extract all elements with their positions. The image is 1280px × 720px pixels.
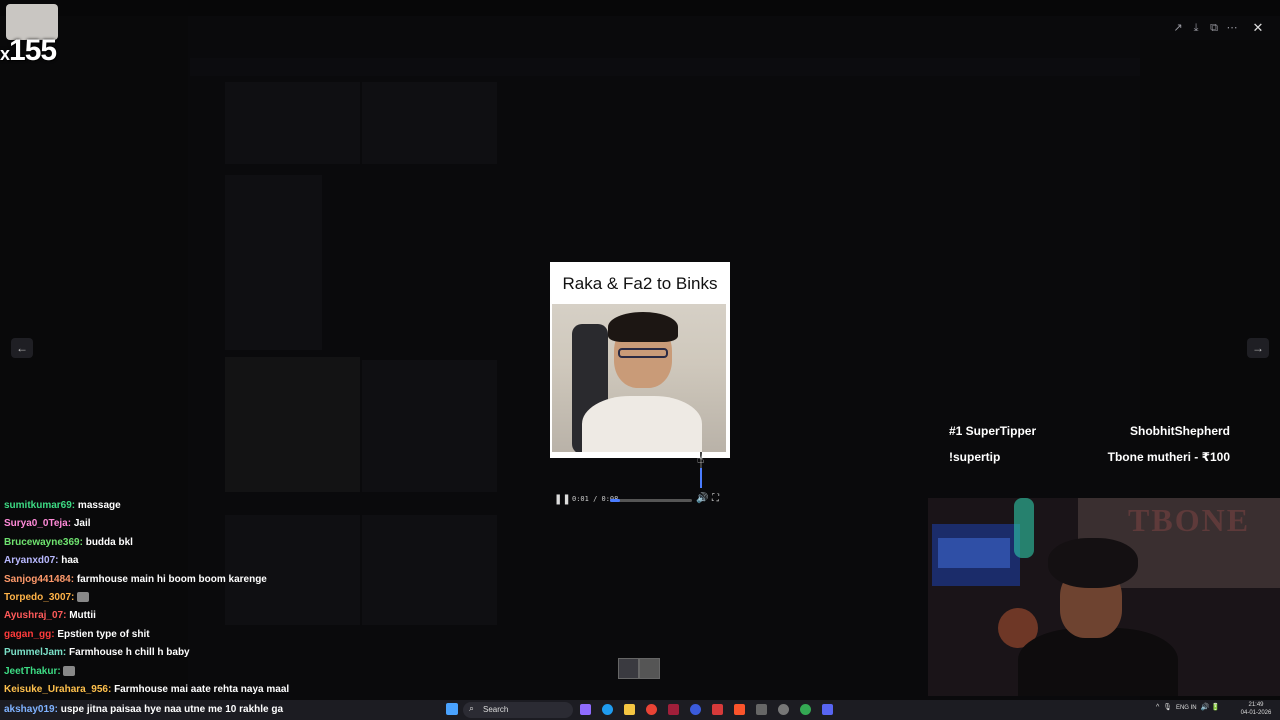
- chat-message: budda bkl: [85, 536, 133, 548]
- chat-message: haa: [61, 555, 79, 567]
- thumbnail-active[interactable]: [639, 658, 660, 679]
- pause-icon[interactable]: ❚❚: [554, 494, 571, 505]
- glasses: [618, 348, 668, 358]
- system-tray[interactable]: ^ 🎙 ENG IN 🔊 🔋: [1156, 703, 1220, 711]
- copilot-icon[interactable]: [580, 704, 591, 715]
- media-thumbnail-strip: [618, 658, 660, 679]
- volume-icon[interactable]: 🔊: [696, 493, 708, 504]
- streamer-hair: [1048, 538, 1138, 588]
- chat-username[interactable]: Ayushraj_07:: [4, 610, 66, 621]
- chat-username[interactable]: Surya0_0Teja:: [4, 518, 71, 529]
- stream-chat: sumitkumar69: massage Surya0_0Teja: Jail B…: [4, 497, 404, 699]
- chat-username[interactable]: sumitkumar69:: [4, 500, 75, 511]
- chat-username[interactable]: Sanjog441484:: [4, 574, 74, 585]
- chat-message: massage: [77, 500, 121, 511]
- webcam-feed: TBONE: [928, 498, 1280, 696]
- app-icon[interactable]: [668, 704, 679, 715]
- volume-fill: [700, 468, 702, 488]
- chat-line: Ayushraj_07: Muttii: [4, 607, 404, 625]
- thumbnail[interactable]: [618, 658, 639, 679]
- progress-fill: [610, 499, 620, 502]
- search-icon: ⌕: [469, 703, 475, 713]
- chat-message: Farmhouse h chill h baby: [69, 647, 190, 659]
- clock[interactable]: 21:49 04-01-2026: [1236, 701, 1276, 717]
- video-caption: Raka & Fa2 to Binks: [562, 274, 718, 293]
- chrome-icon[interactable]: [646, 704, 657, 715]
- chrome-icon[interactable]: [800, 704, 811, 715]
- brave-icon[interactable]: [734, 704, 745, 715]
- fullscreen-icon[interactable]: ⛶: [712, 493, 719, 504]
- emote-icon: [77, 592, 90, 603]
- chat-username[interactable]: PummelJam:: [4, 647, 66, 658]
- supertipper-row: #1 SuperTipper ShobhitShepherd: [949, 424, 1230, 438]
- video-frame[interactable]: [552, 304, 726, 452]
- person-shirt: [582, 396, 702, 452]
- webcam-wall-text: TBONE: [1128, 502, 1251, 538]
- supertip-command-row: !supertip Tbone mutheri - ₹100: [949, 450, 1230, 464]
- chat-line: PummelJam: Farmhouse h chill h baby: [4, 644, 404, 662]
- settings-icon[interactable]: [778, 704, 789, 715]
- app-icon[interactable]: [756, 704, 767, 715]
- file-explorer-icon[interactable]: [624, 704, 635, 715]
- download-icon[interactable]: ⤓: [1188, 20, 1204, 36]
- app-icon[interactable]: [690, 704, 701, 715]
- chat-line: gagan_gg: Epstien type of shit: [4, 626, 404, 644]
- video-player[interactable]: Raka & Fa2 to Binks: [550, 262, 730, 458]
- progress-bar[interactable]: [610, 499, 692, 502]
- chat-line: Surya0_0Teja: Jail: [4, 515, 404, 533]
- chat-line: Brucewayne369: budda bkl: [4, 534, 404, 552]
- windows-start-icon[interactable]: [446, 703, 458, 715]
- edge-icon[interactable]: [602, 704, 613, 715]
- next-media-button[interactable]: →: [1247, 338, 1269, 358]
- emote-icon: [63, 665, 76, 676]
- open-external-icon[interactable]: ⧉: [1206, 20, 1222, 36]
- cat-counter: x155: [0, 34, 57, 67]
- chat-line: Sanjog441484: farmhouse main hi boom boo…: [4, 571, 404, 589]
- chat-line: JeetThakur:: [4, 663, 404, 681]
- chat-username[interactable]: Keisuke_Urahara_956:: [4, 684, 111, 695]
- close-viewer-button[interactable]: ✕: [1250, 20, 1266, 36]
- chat-message: Epstien type of shit: [57, 628, 150, 640]
- chat-message: farmhouse main hi boom boom karenge: [76, 573, 267, 585]
- more-options-icon[interactable]: ⋯: [1224, 20, 1240, 36]
- video-controls: ❚❚ 0:01 / 0:08 🔊 ⛶: [550, 490, 730, 510]
- share-icon[interactable]: ↗: [1170, 20, 1186, 36]
- taskbar-search[interactable]: ⌕ Search: [463, 702, 573, 718]
- chat-line: Aryanxd07: haa: [4, 552, 404, 570]
- chat-username[interactable]: gagan_gg:: [4, 629, 55, 640]
- hand-cursor-icon: ☝: [697, 452, 705, 466]
- chat-message: Farmhouse mai aate rehta naya maal: [114, 683, 290, 695]
- chat-username[interactable]: Aryanxd07:: [4, 555, 58, 566]
- streamer-body: [1018, 628, 1178, 696]
- chat-username[interactable]: Brucewayne369:: [4, 537, 83, 548]
- webcam-monitor-screen: [938, 538, 1010, 568]
- search-label: Search: [483, 705, 509, 714]
- chat-line: Torpedo_3007:: [4, 589, 404, 607]
- previous-media-button[interactable]: ←: [11, 338, 33, 358]
- person-hair: [608, 312, 678, 342]
- webcam-lights: [1014, 498, 1034, 558]
- chat-line-bottom: akshay019: uspe jitna paisaa hye naa utn…: [4, 704, 284, 715]
- chat-username[interactable]: JeetThakur:: [4, 666, 61, 677]
- taskbar: akshay019: uspe jitna paisaa hye naa utn…: [0, 700, 1280, 720]
- chat-line: sumitkumar69: massage: [4, 497, 404, 515]
- chat-line: Keisuke_Urahara_956: Farmhouse mai aate …: [4, 681, 404, 699]
- discord-icon[interactable]: [822, 704, 833, 715]
- app-icon[interactable]: [712, 704, 723, 715]
- chat-message: Jail: [73, 518, 91, 530]
- chat-message: Muttii: [69, 610, 96, 622]
- chat-username[interactable]: Torpedo_3007:: [4, 592, 74, 603]
